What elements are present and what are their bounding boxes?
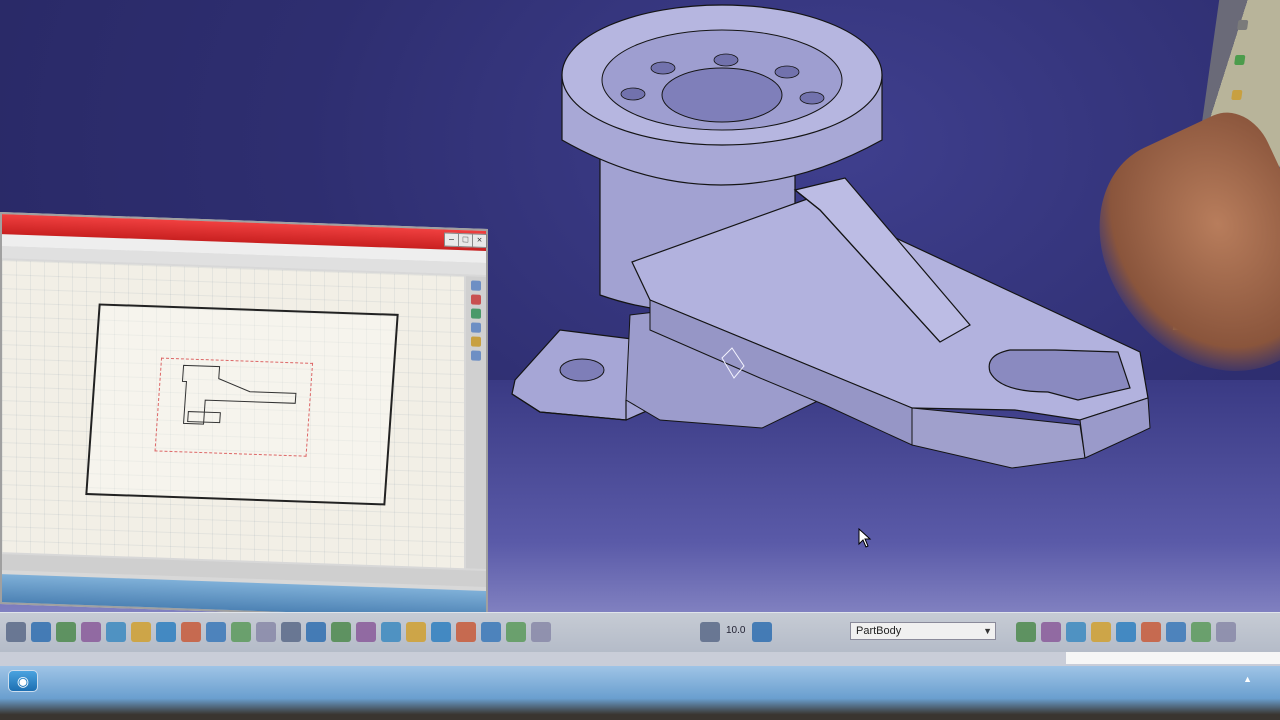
drawing-right-toolbar[interactable] (466, 276, 486, 569)
minimize-icon[interactable]: – (444, 232, 459, 248)
start-button[interactable]: ◉ (8, 670, 38, 692)
tray-expand-icon[interactable]: ▲ (1243, 674, 1252, 684)
zoom-out-icon[interactable] (231, 622, 251, 642)
fly-icon[interactable] (106, 622, 126, 642)
snap-icon[interactable] (1041, 622, 1061, 642)
body-selector-value: PartBody (856, 625, 902, 637)
bolt-hole (620, 87, 646, 101)
scale-icon[interactable] (752, 622, 772, 642)
main-toolbar[interactable]: 10.0 (0, 612, 1280, 653)
toolbar-icon[interactable] (471, 322, 481, 333)
axis-scale-label: 10.0 (726, 625, 746, 636)
update-icon[interactable] (531, 622, 551, 642)
maximize-icon[interactable]: □ (458, 232, 473, 248)
axis-icon[interactable] (700, 622, 720, 642)
normal-view-icon[interactable] (256, 622, 276, 642)
bolt-hole (713, 53, 739, 67)
render-icon[interactable] (406, 622, 426, 642)
material-icon[interactable] (1141, 622, 1161, 642)
undo-icon[interactable] (506, 622, 526, 642)
measure-icon[interactable] (81, 622, 101, 642)
command-input[interactable] (1066, 652, 1280, 664)
toolbar-icon[interactable] (1234, 55, 1246, 65)
chevron-down-icon[interactable]: ▼ (983, 623, 992, 639)
analysis-icon[interactable] (431, 622, 451, 642)
windows-taskbar: ◉ ▲ (0, 666, 1280, 720)
swap-icon[interactable] (356, 622, 376, 642)
close-icon[interactable]: × (472, 233, 487, 249)
bolt-hole (650, 61, 676, 75)
part-icon[interactable] (1091, 622, 1111, 642)
toolbar-icon[interactable] (1231, 90, 1243, 100)
toolbar-icon[interactable] (471, 280, 481, 291)
formula-icon[interactable] (1166, 622, 1186, 642)
shading-icon[interactable] (381, 622, 401, 642)
iso-view-icon[interactable] (281, 622, 301, 642)
publish-icon[interactable] (1216, 622, 1236, 642)
constraint-icon[interactable] (56, 622, 76, 642)
assembly-icon[interactable] (1116, 622, 1136, 642)
toolbar-icon[interactable] (471, 350, 481, 361)
table-icon[interactable] (31, 622, 51, 642)
bolt-hole (799, 91, 825, 105)
hide-show-icon[interactable] (331, 622, 351, 642)
stack-icon[interactable] (1016, 622, 1036, 642)
zoom-in-icon[interactable] (206, 622, 226, 642)
mouse-pointer-icon (858, 528, 872, 548)
bodies-icon[interactable] (1066, 622, 1086, 642)
sketch-icon[interactable] (6, 622, 26, 642)
drawing-sheet-area[interactable] (2, 260, 464, 569)
bolt-hole (774, 65, 800, 79)
fit-all-icon[interactable] (131, 622, 151, 642)
pen-icon[interactable] (456, 622, 476, 642)
rotate-icon[interactable] (181, 622, 201, 642)
toolbar-icon[interactable] (471, 308, 481, 319)
drawing-sheet-frame (85, 303, 399, 506)
toolbar-icon[interactable] (471, 294, 481, 305)
left-lug-hole (559, 358, 605, 382)
camera-icon[interactable] (481, 622, 501, 642)
body-selector-dropdown[interactable]: PartBody ▼ (850, 622, 996, 640)
view-mode-icon[interactable] (306, 622, 326, 642)
toolbar-icon[interactable] (471, 336, 481, 347)
param-icon[interactable] (1191, 622, 1211, 642)
pan-icon[interactable] (156, 622, 176, 642)
drawing-window[interactable]: – □ × (0, 212, 488, 622)
toolbar-icon[interactable] (1236, 20, 1249, 30)
drawing-view[interactable] (154, 357, 314, 457)
front-view-outline (181, 364, 297, 425)
